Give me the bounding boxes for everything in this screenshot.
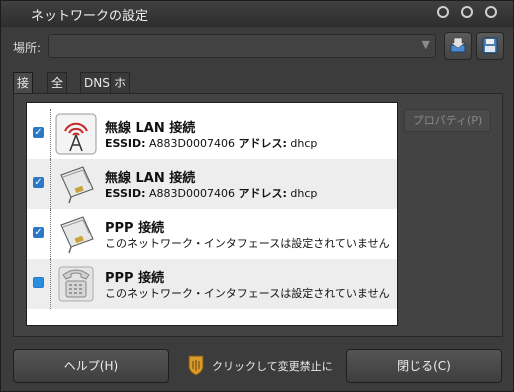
- list-item[interactable]: ✓ 無線 LAN 接続 ESSID: A883D0007406 アドレス: dh…: [27, 159, 397, 209]
- connection-checkbox[interactable]: ✓: [33, 127, 44, 138]
- connection-detail: ESSID: A883D0007406 アドレス: dhcp: [105, 137, 318, 150]
- divider: [50, 209, 51, 259]
- connection-checkbox[interactable]: [33, 277, 44, 288]
- connection-name: 無線 LAN 接続: [105, 171, 196, 186]
- import-location-button[interactable]: [444, 32, 472, 60]
- telephone-icon: [55, 263, 97, 305]
- network-card-icon: [55, 213, 97, 255]
- connection-name: 無線 LAN 接続: [105, 121, 196, 136]
- save-location-button[interactable]: [476, 32, 504, 60]
- help-button[interactable]: ヘルプ(H): [13, 349, 169, 383]
- location-combobox[interactable]: ▼: [48, 34, 436, 58]
- connection-description: このネットワーク・インタフェースは設定されていません: [105, 287, 390, 300]
- connection-name: PPP 接続: [105, 221, 165, 236]
- network-settings-window: ネットワークの設定 場所: ▼ 接続 全般 DNS ホスト ✓: [0, 0, 514, 392]
- tab-dns[interactable]: DNS: [80, 72, 114, 93]
- tab-hosts[interactable]: ホスト: [110, 72, 131, 130]
- connection-description: このネットワーク・インタフェースは設定されていません: [105, 237, 390, 250]
- close-window-icon[interactable]: [485, 6, 497, 18]
- divider: [50, 159, 51, 209]
- title-bar: ネットワークの設定: [1, 1, 513, 27]
- connection-name: PPP 接続: [105, 271, 165, 286]
- connections-panel: ✓ 無線 LAN 接続 ESSID: A883D0007406 アドレス: dh…: [13, 93, 503, 337]
- lock-label[interactable]: クリックして変更禁止に: [212, 358, 333, 374]
- divider: [50, 259, 51, 309]
- close-button[interactable]: 閉じる(C): [346, 349, 502, 383]
- connection-checkbox[interactable]: ✓: [33, 177, 44, 188]
- minimize-icon[interactable]: [437, 6, 449, 18]
- connection-detail: ESSID: A883D0007406 アドレス: dhcp: [105, 187, 318, 200]
- tab-general[interactable]: 全般: [47, 72, 68, 110]
- save-icon: [482, 37, 498, 54]
- network-card-icon: [55, 163, 97, 205]
- maximize-icon[interactable]: [461, 6, 473, 18]
- tab-connections[interactable]: 接続: [13, 72, 34, 110]
- connection-list[interactable]: ✓ 無線 LAN 接続 ESSID: A883D0007406 アドレス: dh…: [26, 102, 398, 326]
- list-item[interactable]: PPP 接続 このネットワーク・インタフェースは設定されていません: [27, 259, 397, 309]
- connection-checkbox[interactable]: ✓: [33, 227, 44, 238]
- import-icon: [450, 37, 466, 53]
- lock-icon[interactable]: [186, 354, 206, 379]
- list-item[interactable]: ✓ 無線 LAN 接続 ESSID: A883D0007406 アドレス: dh…: [27, 109, 397, 159]
- divider: [50, 109, 51, 159]
- properties-button[interactable]: プロパティ(P): [404, 109, 491, 132]
- wireless-tower-icon: [55, 113, 97, 155]
- location-label: 場所:: [13, 41, 42, 55]
- list-item[interactable]: ✓ PPP 接続 このネットワーク・インタフェースは設定されていません: [27, 209, 397, 259]
- window-title: ネットワークの設定: [31, 9, 149, 24]
- dropdown-arrow-icon[interactable]: ▼: [422, 38, 430, 51]
